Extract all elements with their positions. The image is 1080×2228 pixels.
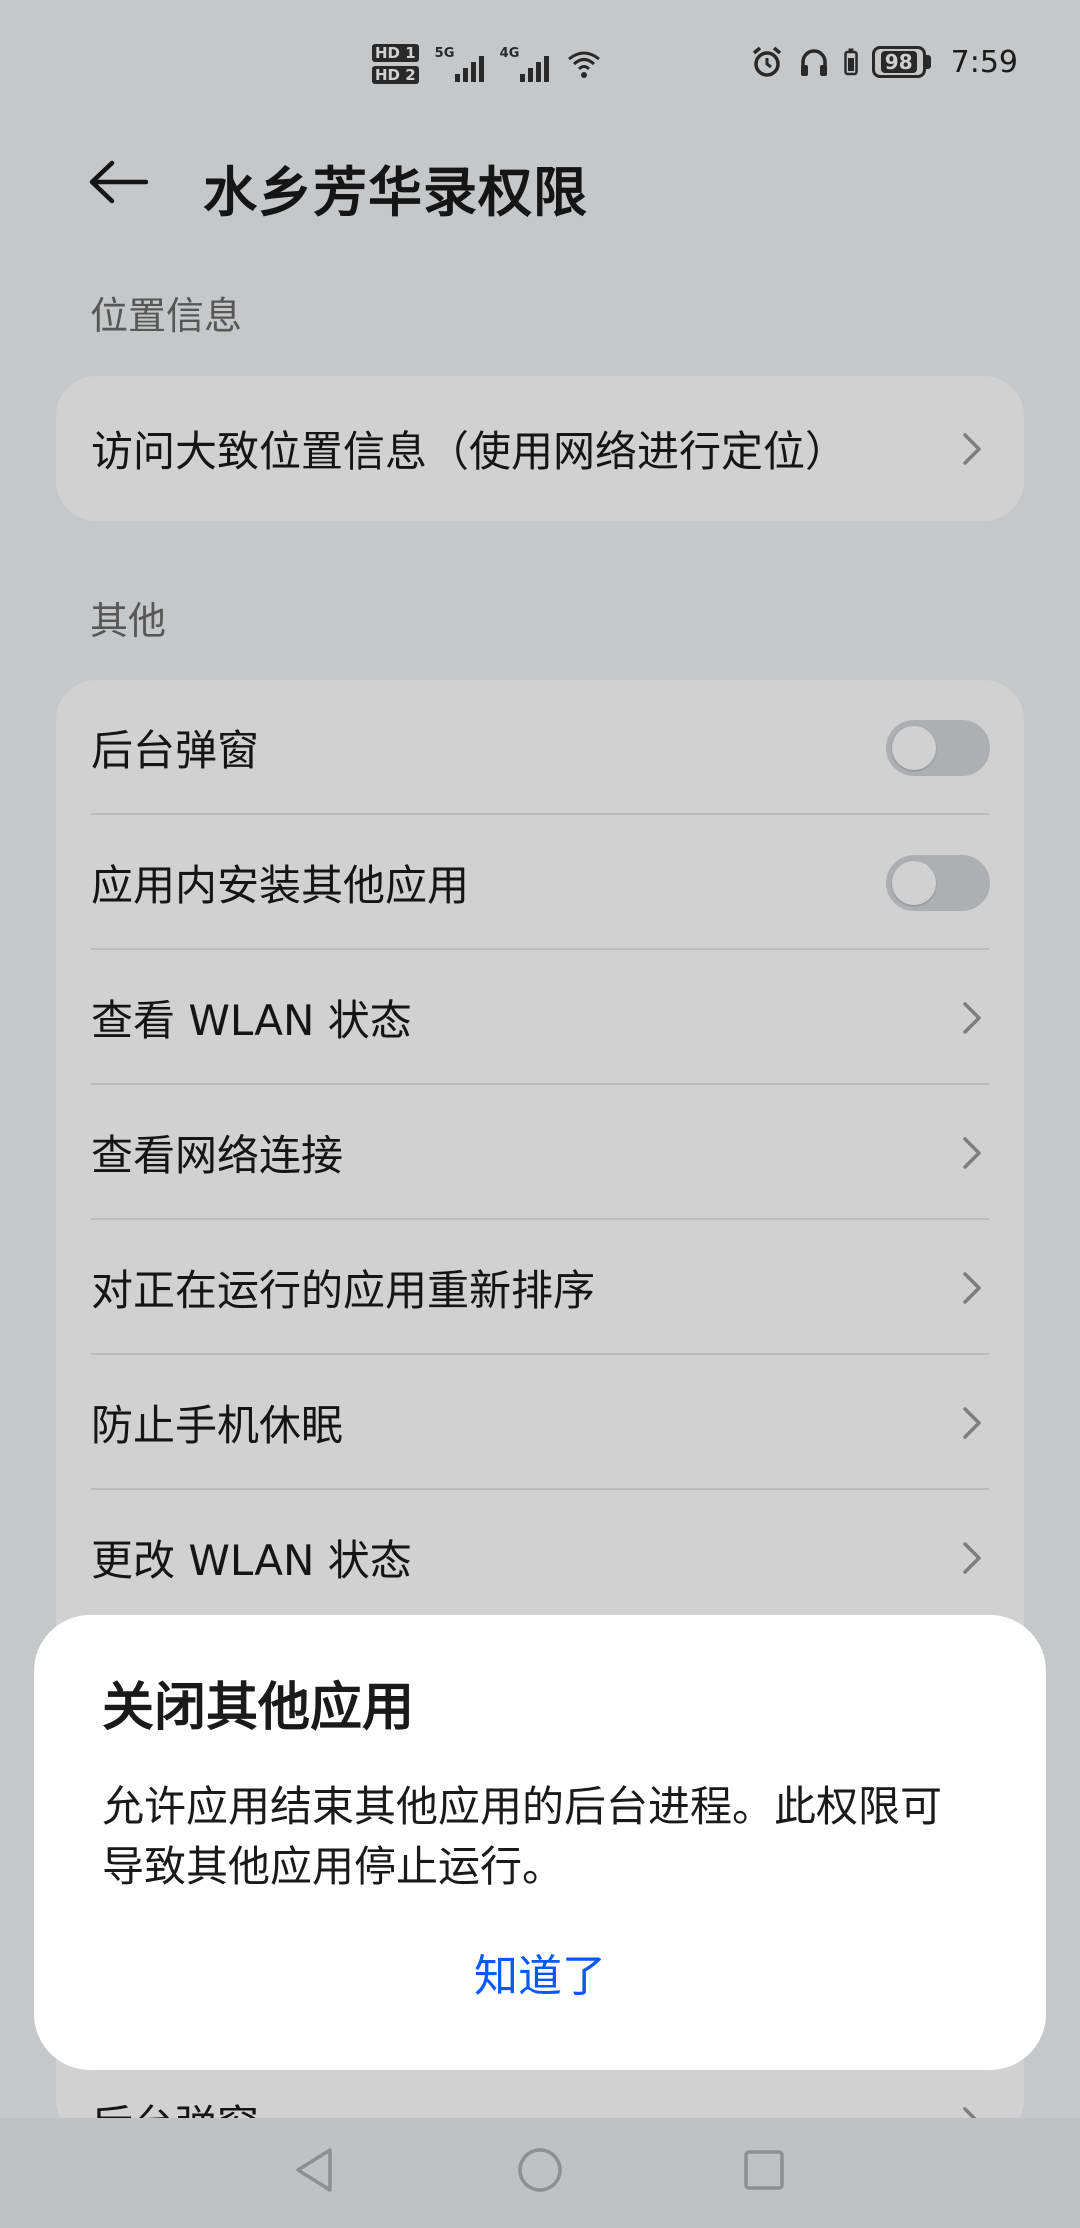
dialog-title: 关闭其他应用 <box>102 1678 415 1738</box>
nav-home-button[interactable] <box>510 2140 570 2200</box>
nav-recents-button[interactable] <box>734 2140 794 2200</box>
nav-home-icon <box>518 2148 562 2192</box>
permission-info-dialog: 关闭其他应用 允许应用结束其他应用的后台进程。此权限可导致其他应用停止运行。 知… <box>34 1615 1046 2070</box>
nav-recents-icon <box>744 2150 784 2190</box>
dialog-message: 允许应用结束其他应用的后台进程。此权限可导致其他应用停止运行。 <box>102 1782 943 1891</box>
system-nav-bar <box>0 2118 1080 2228</box>
got-it-button[interactable]: 知道了 <box>34 1937 1046 2017</box>
nav-back-icon <box>296 2148 332 2192</box>
nav-back-button[interactable] <box>284 2140 344 2200</box>
